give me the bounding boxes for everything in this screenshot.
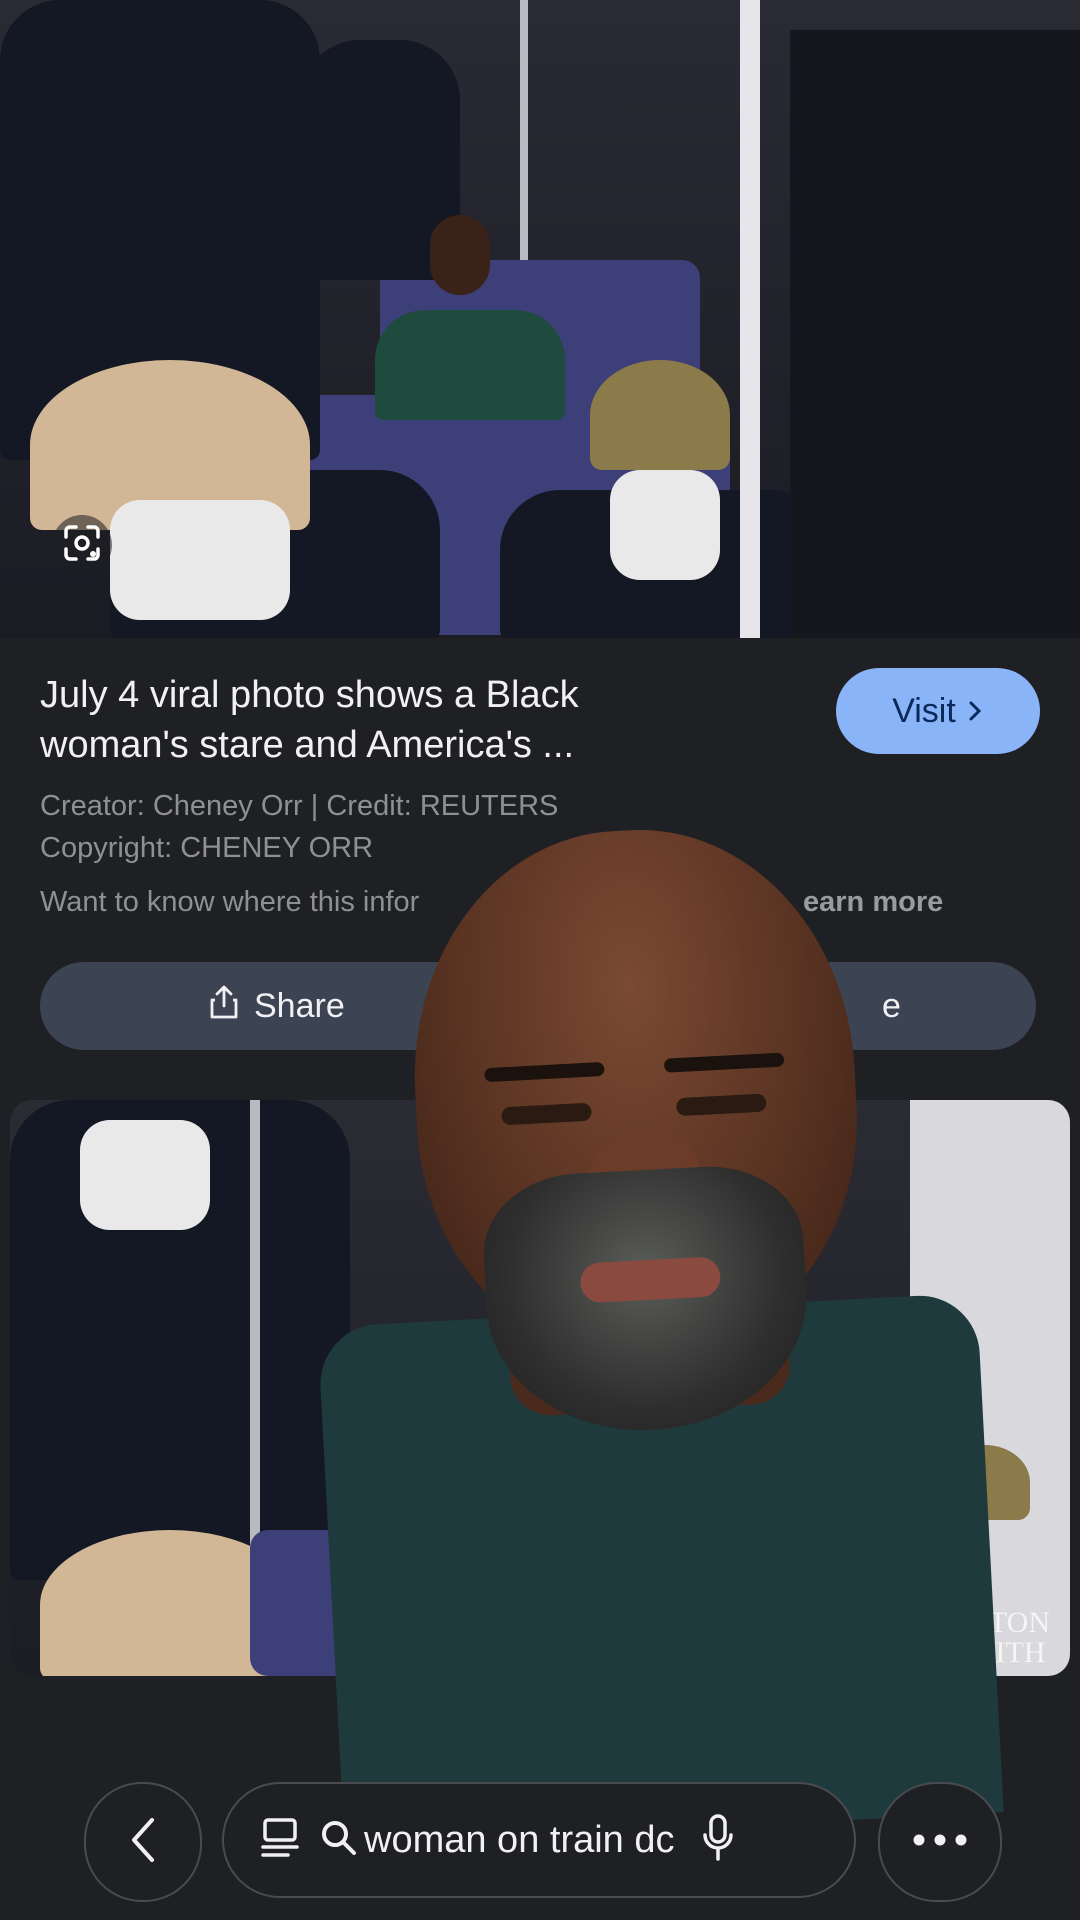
woman-shirt bbox=[375, 310, 565, 420]
creator-line: Creator: Cheney Orr | Credit: REUTERS bbox=[40, 790, 559, 822]
result-image[interactable] bbox=[0, 0, 1080, 638]
google-lens-button[interactable] bbox=[52, 515, 112, 575]
video-overlay-person bbox=[292, 813, 1004, 1847]
google-lens-icon bbox=[60, 521, 104, 570]
train-pole bbox=[250, 1100, 260, 1560]
mic-icon[interactable] bbox=[701, 1813, 735, 1868]
lips bbox=[579, 1256, 722, 1304]
search-bar[interactable]: woman on train dc bbox=[222, 1782, 856, 1898]
woman-face bbox=[430, 215, 490, 295]
chevron-left-icon bbox=[128, 1816, 158, 1869]
visit-label: Visit bbox=[892, 691, 956, 730]
share-icon bbox=[208, 984, 240, 1029]
mask bbox=[80, 1120, 210, 1230]
mask bbox=[610, 470, 720, 580]
search-query[interactable]: woman on train dc bbox=[364, 1819, 675, 1862]
train-pole bbox=[520, 0, 528, 300]
cap bbox=[590, 360, 730, 470]
search-icon bbox=[320, 1819, 358, 1862]
back-button[interactable] bbox=[84, 1782, 202, 1902]
result-title[interactable]: July 4 viral photo shows a Black woman's… bbox=[40, 670, 720, 770]
tabs-icon bbox=[260, 1816, 300, 1865]
chevron-right-icon bbox=[966, 692, 984, 731]
more-horizontal-icon bbox=[912, 1833, 968, 1852]
window bbox=[790, 30, 1080, 638]
visit-button[interactable]: Visit bbox=[836, 668, 1040, 754]
more-options-button[interactable] bbox=[878, 1782, 1002, 1902]
window-frame bbox=[740, 0, 760, 638]
mask bbox=[110, 500, 290, 620]
